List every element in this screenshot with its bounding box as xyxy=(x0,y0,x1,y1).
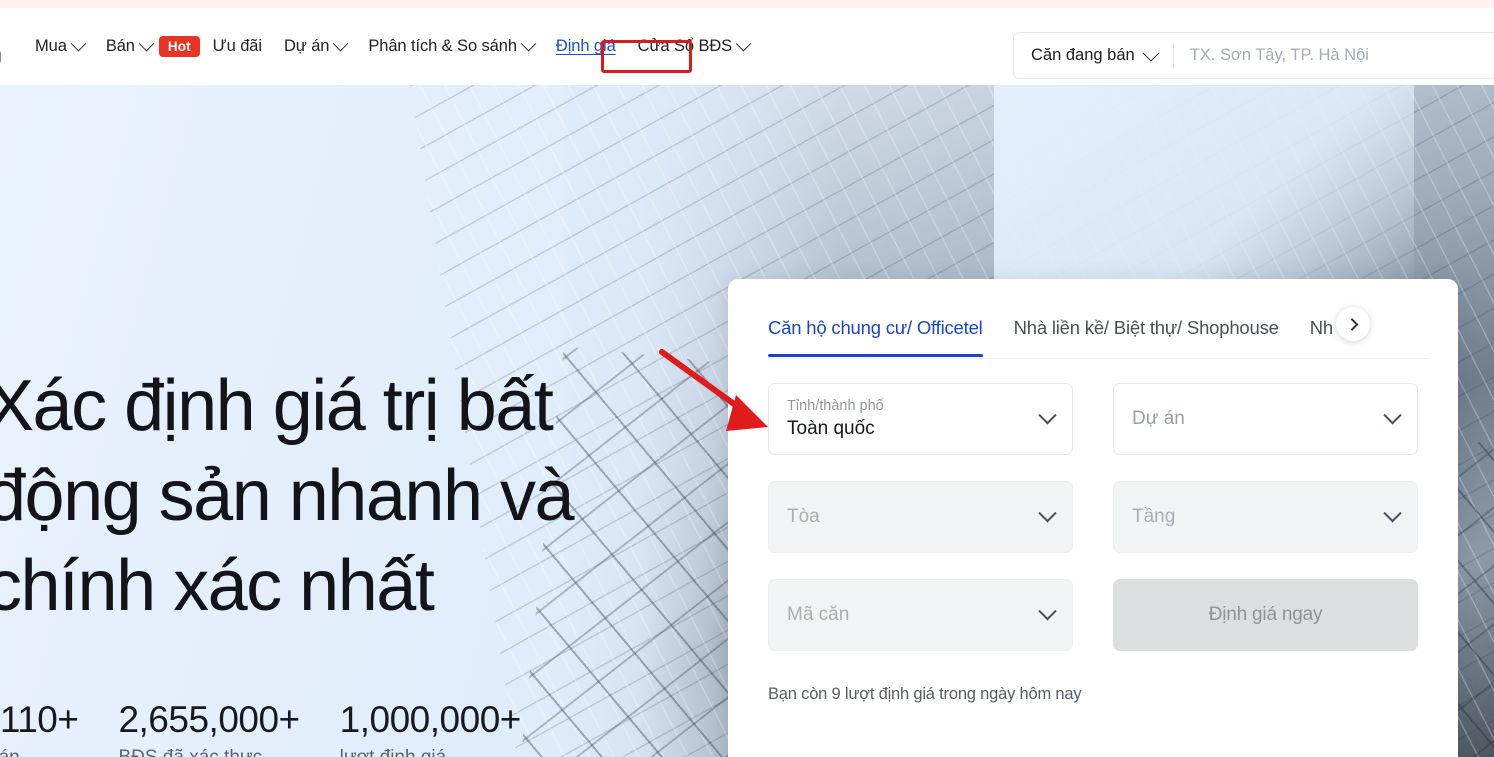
chevron-down-icon xyxy=(1038,503,1057,522)
tabs-underline-rule xyxy=(768,358,1428,359)
stat-number: 2,655,000+ xyxy=(118,699,300,740)
chevron-down-icon xyxy=(1383,503,1402,522)
stat-label: BĐS đã xác thực xyxy=(118,743,299,757)
field-unit-code-inner: Mã căn xyxy=(787,604,1031,626)
chevron-down-icon xyxy=(138,35,155,52)
nav-label-dinh-gia: Định giá xyxy=(555,37,616,55)
valuation-form: Tỉnh/thành phố Toàn quốc Dự án Tòa Tầng … xyxy=(728,359,1458,651)
field-building-placeholder: Tòa xyxy=(787,506,820,527)
chevron-down-icon xyxy=(333,35,349,52)
nav-item-phan-tich-so-sanh[interactable]: Phân tích & So sánh xyxy=(357,31,545,62)
top-strip xyxy=(0,0,1494,8)
tab-can-ho-chung-cu[interactable]: Căn hộ chung cư/ Officetel xyxy=(768,317,983,357)
site-header: ŋ Mua Bán Hot Ưu đãi Dự án Phân tích & S… xyxy=(0,8,1494,85)
chevron-down-icon xyxy=(1038,601,1057,620)
tab-label: Căn hộ chung cư/ Officetel xyxy=(768,317,983,338)
tabs-next-button[interactable] xyxy=(1336,307,1370,341)
chevron-down-icon xyxy=(1142,44,1160,62)
nav-item-cua-so-bds[interactable]: Cửa Sổ BĐS xyxy=(627,31,760,62)
header-search-bar: Căn đang bán xyxy=(1013,32,1494,79)
field-province[interactable]: Tỉnh/thành phố Toàn quốc xyxy=(768,383,1073,455)
field-unit-code[interactable]: Mã căn xyxy=(768,579,1073,651)
tab-nha-lien-ke[interactable]: Nhà liền kề/ Biệt thự/ Shophouse xyxy=(1014,317,1279,357)
chevron-right-icon xyxy=(1345,317,1358,331)
chevron-down-icon xyxy=(1383,405,1402,424)
field-project[interactable]: Dự án xyxy=(1113,383,1418,455)
tab-label: Nh xyxy=(1309,317,1333,338)
hero-section: Xác định giá trị bất động sản nhanh và c… xyxy=(0,85,1494,757)
stat-label: lượt định giá xyxy=(340,743,521,757)
nav-item-dinh-gia[interactable]: Định giá xyxy=(545,31,627,62)
stat-item: 1,110+ dự án xyxy=(0,697,79,757)
stat-number: 1,000,000+ xyxy=(339,699,522,740)
hot-badge: Hot xyxy=(158,36,200,57)
tab-partial-next[interactable]: Nh xyxy=(1310,317,1333,357)
search-type-label: Căn đang bán xyxy=(1031,46,1135,64)
field-unit-code-placeholder: Mã căn xyxy=(787,604,850,625)
valuation-card: Căn hộ chung cư/ Officetel Nhà liền kề/ … xyxy=(728,279,1458,757)
hero-headline: Xác định giá trị bất động sản nhanh và c… xyxy=(0,366,575,626)
stat-item: 2,655,000+ BĐS đã xác thực xyxy=(118,697,300,757)
nav-label-ban: Bán xyxy=(105,37,135,55)
card-tabs-container: Căn hộ chung cư/ Officetel Nhà liền kề/ … xyxy=(728,279,1458,359)
main-nav: Mua Bán Hot Ưu đãi Dự án Phân tích & So … xyxy=(24,8,760,85)
submit-valuation-button[interactable]: Định giá ngay xyxy=(1113,579,1418,651)
nav-label-uu-dai: Ưu đãi xyxy=(212,37,262,55)
hero-stats: 1,110+ dự án 2,655,000+ BĐS đã xác thực … xyxy=(0,697,521,757)
nav-item-du-an[interactable]: Dự án xyxy=(273,31,357,62)
field-building[interactable]: Tòa xyxy=(768,481,1073,553)
chevron-down-icon xyxy=(70,35,87,52)
nav-label-cua-so-bds: Cửa Sổ BĐS xyxy=(637,37,733,55)
remaining-quota-note: Bạn còn 9 lượt định giá trong ngày hôm n… xyxy=(768,685,1082,703)
nav-item-mua[interactable]: Mua xyxy=(24,31,95,62)
site-logo[interactable]: ŋ xyxy=(0,40,12,66)
field-floor-inner: Tầng xyxy=(1132,506,1376,528)
field-floor[interactable]: Tầng xyxy=(1113,481,1418,553)
nav-item-ban[interactable]: Bán xyxy=(95,31,163,62)
search-input[interactable] xyxy=(1173,46,1494,65)
nav-item-uu-dai[interactable]: Ưu đãi xyxy=(202,31,273,62)
chevron-down-icon xyxy=(520,35,537,52)
stat-number: 1,110+ xyxy=(0,699,79,740)
tab-label: Nhà liền kề/ Biệt thự/ Shophouse xyxy=(1013,317,1279,338)
chevron-down-icon xyxy=(1038,405,1057,424)
nav-label-mua: Mua xyxy=(35,37,67,55)
field-floor-placeholder: Tầng xyxy=(1132,506,1176,527)
page-root: ŋ Mua Bán Hot Ưu đãi Dự án Phân tích & S… xyxy=(0,0,1494,757)
field-project-placeholder: Dự án xyxy=(1132,408,1185,429)
nav-label-phan-tich: Phân tích & So sánh xyxy=(368,37,517,55)
search-type-dropdown[interactable]: Căn đang bán xyxy=(1014,44,1173,65)
field-project-inner: Dự án xyxy=(1132,408,1376,430)
nav-label-du-an: Dự án xyxy=(283,37,330,55)
field-building-inner: Tòa xyxy=(787,506,1031,528)
chevron-down-icon xyxy=(735,35,752,52)
field-province-label: Tỉnh/thành phố xyxy=(787,398,884,414)
stat-label: dự án xyxy=(0,743,78,757)
stat-item: 1,000,000+ lượt định giá xyxy=(339,697,522,757)
field-province-value: Toàn quốc xyxy=(787,418,875,439)
field-province-inner: Tỉnh/thành phố Toàn quốc xyxy=(787,396,1031,442)
